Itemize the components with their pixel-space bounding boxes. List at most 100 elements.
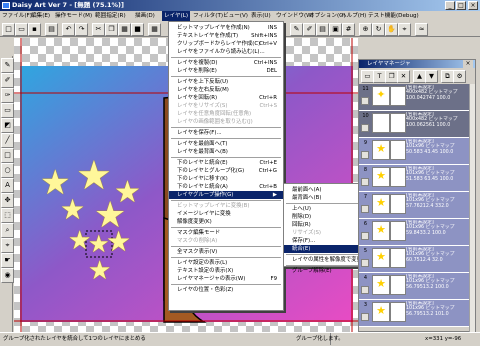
layer-menu-item[interactable]: クリップボードからレイヤ作成(C) Ctrl+V [169,40,283,48]
menu-operation-mode[interactable]: 操作モード(M) [53,11,94,21]
layer-row[interactable]: 3 ★ [名前未設定] 101x96 ビットマップ 56.79513.2 101.0 [359,300,469,327]
undo-icon[interactable]: ↶ [62,23,75,36]
print-icon[interactable]: ▤ [45,23,58,36]
visibility-toggle-icon[interactable] [361,205,369,213]
menu-help[interactable]: ヘルプ(H) [339,11,368,21]
menu-draw[interactable]: 描画(D) [133,11,157,21]
menu-filter[interactable]: フィルタ(T) [191,11,225,21]
fill-tool-icon[interactable]: ◩ [1,118,14,133]
text-tool-icon[interactable]: A [1,178,14,193]
airbrush-tool-icon[interactable]: ✑ [1,88,14,103]
layer-menu-item[interactable]: レイヤグループ操作(G) ▶ [169,191,283,199]
layer-row[interactable]: 9 ★ [名前未設定] 101x96 ビットマップ 50.583 43.45 100.0 [359,138,469,165]
paste-icon[interactable]: ▦ [118,23,131,36]
menu-edit[interactable]: 編集(E) [29,11,52,21]
layer-menu-item[interactable]: レイヤを最前面へ(T) [169,140,283,148]
wave-icon[interactable]: ≈ [415,23,428,36]
brush-tool-icon[interactable]: ✐ [1,73,14,88]
pencil-tool-icon[interactable]: ✎ [1,58,14,73]
grid2-icon[interactable]: # [342,23,355,36]
app-icon[interactable] [2,2,10,9]
layer-menu-item[interactable]: レイヤを削除(E) DEL [169,67,283,75]
menu-range[interactable]: 範囲指定(R) [93,11,128,21]
grid-icon[interactable]: ▦ [148,23,161,36]
visibility-toggle-icon[interactable] [361,151,369,159]
hand-icon[interactable]: ✋ [385,23,398,36]
layer-menu-item[interactable]: レイヤを任意角度回転(任意角) [169,110,283,118]
menu-display[interactable]: 表示(U) [249,11,273,21]
panel-close-icon[interactable]: × [463,60,473,68]
redo-icon[interactable]: ↷ [75,23,88,36]
menu-view[interactable]: ビュー(V) [221,11,250,21]
picker-tool-icon[interactable]: ⌖ [1,238,14,253]
delete-layer-icon[interactable]: ✕ [397,70,410,83]
smudge-tool-icon[interactable]: ☛ [1,253,14,268]
layer-row[interactable]: 7 ★ [名前未設定] 101x96 ビットマップ 57.76212.4 332.0 [359,192,469,219]
save-icon[interactable]: ▪ [28,23,41,36]
layer-menu-item[interactable]: レイヤを回転(R) Ctrl+R [169,94,283,102]
layer-menu-item[interactable]: テキストレイヤを作成(T) Shift+INS [169,32,283,40]
layer-menu-item[interactable]: レイヤをファイルから読み込む(L)... [169,48,283,56]
zoom-icon[interactable]: ⊕ [359,23,372,36]
layer-row[interactable]: 4 ★ [名前未設定] 101x96 ビットマップ 56.79513.2 100.0 [359,273,469,300]
layer-menu-item[interactable]: ビットマップレイヤに変換(B) [169,202,283,210]
color-palette-icon[interactable]: ■ [131,23,144,36]
visibility-toggle-icon[interactable] [361,178,369,186]
layer-icon[interactable]: ▤ [316,23,329,36]
layer-menu-item[interactable]: ビットマップレイヤを作成(N) INS [169,24,283,32]
title-bar[interactable]: Daisy Art Ver 7 - [無題 (75.1%)] [0,0,480,11]
close-button[interactable]: × [468,1,478,10]
layer-row[interactable]: 10 [名前未設定] 400x482 ビットマップ 100.062561 100.0 [359,111,469,138]
layer-row[interactable]: 6 ★ [名前未設定] 101x96 ビットマップ 59.8433.2 100.0 [359,219,469,246]
layer-menu-item[interactable]: レイヤの位置・色彩(Z) [169,286,283,294]
layer-settings-icon[interactable]: ⚙ [453,70,466,83]
layer-menu-item[interactable]: レイヤを複製(D) Ctrl+INS [169,59,283,67]
layer-menu-item[interactable]: 下のレイヤとグループ化(G) Ctrl+G [169,167,283,175]
visibility-toggle-icon[interactable] [361,259,369,267]
layer-menu-item[interactable]: レイヤを保存(F)... [169,129,283,137]
cut-icon[interactable]: ✂ [92,23,105,36]
visibility-toggle-icon[interactable] [361,313,369,321]
visibility-toggle-icon[interactable] [361,124,369,132]
rect-tool-icon[interactable]: □ [1,148,14,163]
layer-menu-item[interactable]: 下のレイヤと統合(E) Ctrl+E [169,159,283,167]
layer-row[interactable]: 5 ★ [名前未設定] 101x96 ビットマップ 60.7512.4 32.0 [359,246,469,273]
pen-icon[interactable]: ✐ [303,23,316,36]
layer-menu-item[interactable]: マスク編集モード [169,229,283,237]
stamp-tool-icon[interactable]: ◉ [1,268,14,283]
layer-menu-item[interactable]: テキスト設定の表示(X) [169,267,283,275]
layer-menu-item[interactable]: レイヤの画像範囲を取り込む(J) [169,118,283,126]
layer-menu-item[interactable]: レイヤを上下反転(U) [169,78,283,86]
layer-menu-item[interactable]: レイヤマネージャの表示(W) F9 [169,275,283,283]
menu-debug[interactable]: テスト機能(Debug) [366,11,421,21]
layer-menu-item[interactable]: 解像度変更(K) [169,218,283,226]
maximize-button[interactable]: □ [456,1,466,10]
layer-list-scrollbar[interactable] [469,84,475,332]
select-icon[interactable]: ▣ [329,23,342,36]
menu-layer[interactable]: レイヤ(L) [162,11,191,21]
copy-icon[interactable]: ❐ [105,23,118,36]
open-folder-icon[interactable]: ▭ [15,23,28,36]
rotate-icon[interactable]: ↻ [372,23,385,36]
zoom-tool-icon[interactable]: ⌕ [1,223,14,238]
ellipse-tool-icon[interactable]: ○ [1,163,14,178]
layer-menu-item[interactable]: 下のレイヤに移す(K) [169,175,283,183]
visibility-toggle-icon[interactable] [361,232,369,240]
layer-menu-item[interactable]: 下のレイヤと統合(A) Ctrl+B [169,183,283,191]
layer-menu-item[interactable]: レイヤを最背面へ(B) [169,148,283,156]
layer-menu-item[interactable]: レイヤ設定の表示(L) [169,259,283,267]
new-file-icon[interactable]: □ [2,23,15,36]
select-tool-icon[interactable]: ⬚ [1,208,14,223]
visibility-toggle-icon[interactable] [361,97,369,105]
layer-menu-item[interactable]: イメージレイヤに変換 [169,210,283,218]
brush-icon[interactable]: ✎ [290,23,303,36]
move-tool-icon[interactable]: ✥ [1,193,14,208]
layer-menu-item[interactable]: レイヤを左右反転(M) [169,86,283,94]
down-layer-icon[interactable]: ▼ [425,70,438,83]
visibility-toggle-icon[interactable] [361,286,369,294]
minimize-button[interactable]: _ [445,1,455,10]
layer-row[interactable]: 11 ✦ [名前未設定] 400x482 ビットマップ 100.042747 100.0 [359,84,469,111]
line-tool-icon[interactable]: ╱ [1,133,14,148]
panel-title-bar[interactable]: レイヤマネージャ [359,60,475,68]
layer-row[interactable]: 8 ★ [名前未設定] 101x96 ビットマップ 51.583 63.45 100.0 [359,165,469,192]
